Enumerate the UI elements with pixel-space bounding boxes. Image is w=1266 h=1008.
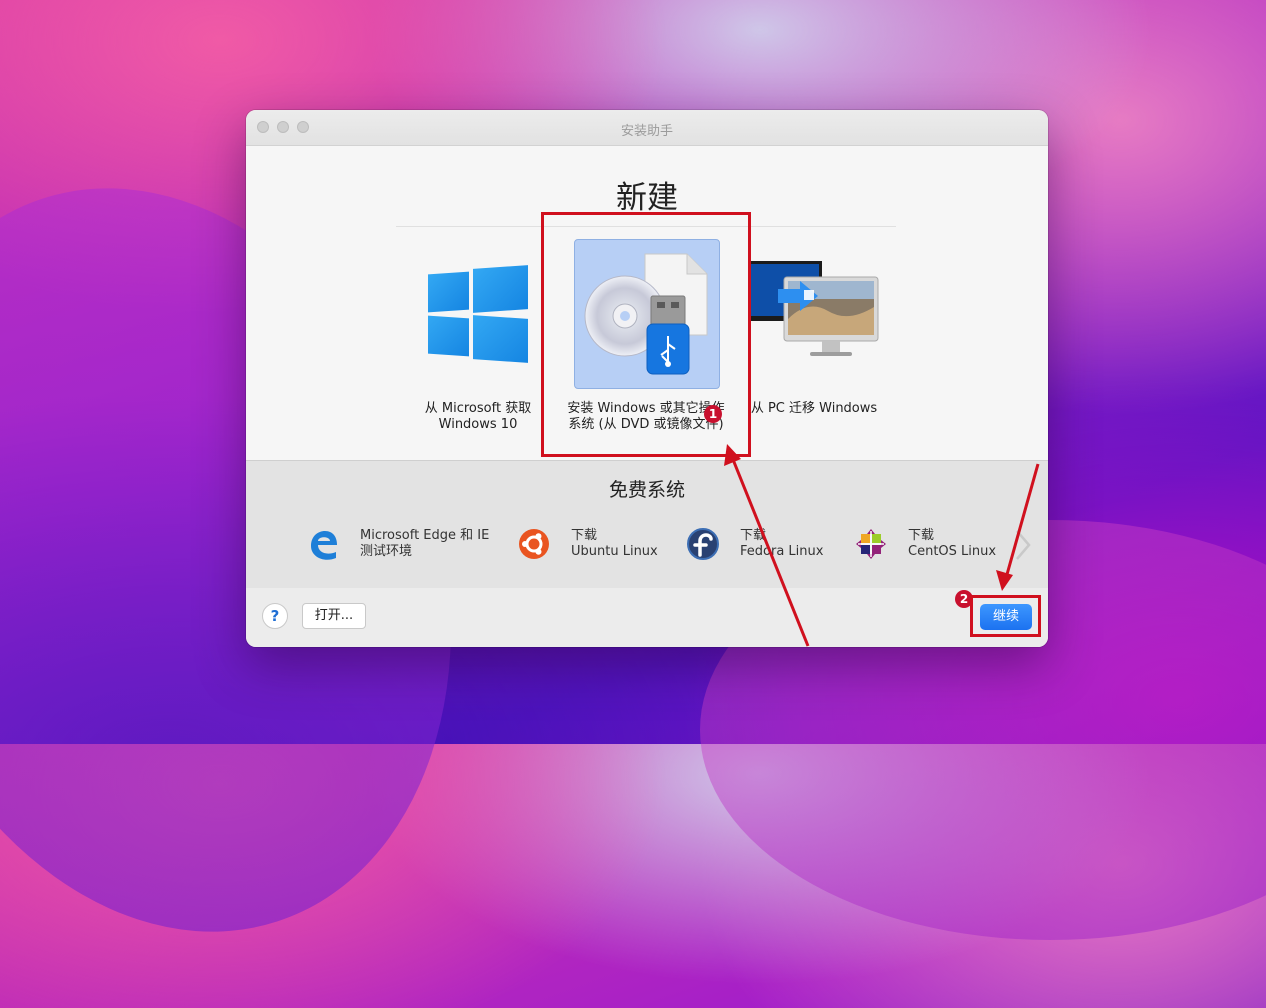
free-systems-title: 免费系统 — [608, 479, 685, 501]
windows-logo-icon — [428, 265, 528, 363]
ubuntu-icon — [519, 529, 549, 559]
free-item-label: Microsoft Edge 和 IE 测试环境 — [360, 528, 490, 559]
open-button[interactable]: 打开... — [302, 603, 366, 629]
free-item-edge-ie[interactable]: Microsoft Edge 和 IE 测试环境 — [306, 525, 506, 565]
option-label: 从 Microsoft 获取 Windows 10 — [424, 401, 532, 432]
title-bar: 安装助手 — [246, 110, 1048, 146]
centos-icon — [856, 529, 886, 559]
free-item-label: 下载 Fedora Linux — [740, 528, 824, 559]
pc-to-mac-migration-icon — [748, 261, 879, 356]
option-label: 从 PC 迁移 Windows — [750, 401, 878, 416]
free-item-ubuntu[interactable]: 下载 Ubuntu Linux — [517, 525, 677, 565]
free-item-label: 下载 CentOS Linux — [908, 528, 997, 559]
help-button[interactable]: ? — [262, 603, 288, 629]
scroll-right-chevron-icon[interactable] — [1012, 527, 1034, 563]
fedora-icon — [687, 528, 719, 560]
annotation-highlight-box — [970, 595, 1041, 637]
edge-icon — [311, 531, 337, 560]
free-systems-section: 免费系统 Microsoft Edge 和 IE 测试环境 下载 Ubuntu … — [246, 460, 1048, 589]
free-item-fedora[interactable]: 下载 Fedora Linux — [686, 525, 846, 565]
page-title: 新建 — [616, 180, 678, 216]
footer-bar: ? 打开... 继续 2 — [246, 588, 1048, 647]
free-item-centos[interactable]: 下载 CentOS Linux — [854, 525, 1014, 565]
window-title: 安装助手 — [620, 124, 673, 139]
annotation-highlight-box — [541, 212, 751, 457]
free-item-label: 下载 Ubuntu Linux — [571, 528, 658, 559]
